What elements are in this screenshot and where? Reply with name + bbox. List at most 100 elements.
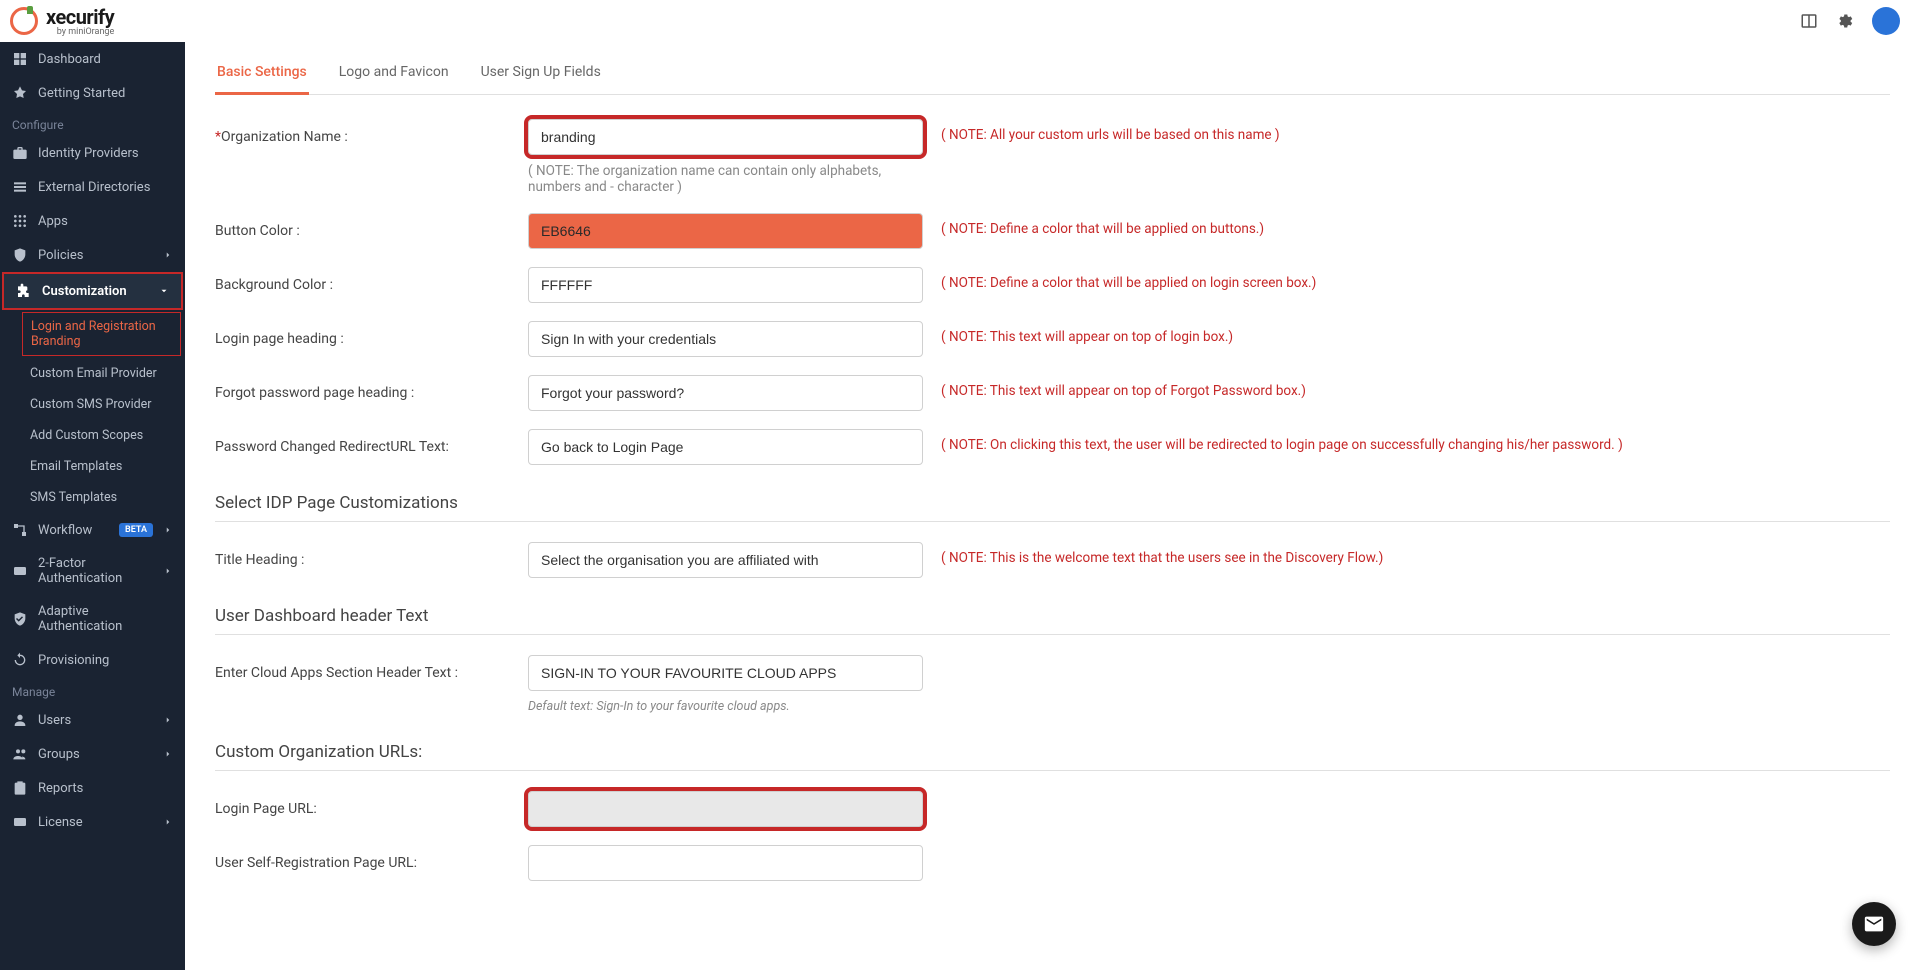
tfa-icon (12, 563, 28, 579)
login-heading-label: Login page heading : (215, 321, 510, 347)
org-name-input[interactable] (528, 119, 923, 155)
sidebar-sub-item[interactable]: Add Custom Scopes (0, 420, 185, 451)
grid-icon (12, 213, 28, 229)
main-content: Basic Settings Logo and Favicon User Sign … (185, 42, 1920, 970)
button-color-label: Button Color : (215, 213, 510, 239)
sidebar-item-label: Dashboard (38, 52, 173, 67)
sidebar-item-label: Identity Providers (38, 146, 173, 161)
brand-name: xecurify (46, 5, 114, 29)
button-color-input[interactable] (528, 213, 923, 249)
login-heading-input[interactable] (528, 321, 923, 357)
sidebar-item-label: Getting Started (38, 86, 173, 101)
chevron-right-icon (163, 566, 173, 576)
list-icon (12, 179, 28, 195)
chevron-right-icon (163, 715, 173, 725)
sidebar-item-getting-started[interactable]: Getting Started (0, 76, 185, 110)
sidebar-item-label: External Directories (38, 180, 173, 195)
sidebar-item-apps[interactable]: Apps (0, 204, 185, 238)
title-heading-label: Title Heading : (215, 542, 510, 568)
sidebar-sub-item[interactable]: Login and Registration Branding (22, 312, 181, 356)
sidebar-item-policies[interactable]: Policies (0, 238, 185, 272)
sidebar-item-external-directories[interactable]: External Directories (0, 170, 185, 204)
sidebar-item-dashboard[interactable]: Dashboard (0, 42, 185, 76)
sidebar-item-workflow[interactable]: WorkflowBETA (0, 513, 185, 547)
app-header: xecurify by miniOrange (0, 0, 1920, 42)
tab-basic-settings[interactable]: Basic Settings (215, 56, 309, 95)
gear-icon[interactable] (1836, 12, 1854, 30)
sidebar-item-reports[interactable]: Reports (0, 771, 185, 805)
org-name-label: *Organization Name : (215, 119, 510, 145)
sidebar-item-license[interactable]: License (0, 805, 185, 839)
sidebar-item-2-factor-authentication[interactable]: 2-Factor Authentication (0, 547, 185, 595)
divider (215, 634, 1890, 635)
chat-fab[interactable] (1852, 902, 1896, 946)
tab-logo-and-favicon[interactable]: Logo and Favicon (337, 56, 451, 94)
sidebar-section-label: Configure (0, 110, 185, 136)
sidebar-item-groups[interactable]: Groups (0, 737, 185, 771)
tab-user-sign-up-fields[interactable]: User Sign Up Fields (479, 56, 603, 94)
login-url-input[interactable] (528, 791, 923, 827)
login-url-label: Login Page URL: (215, 791, 510, 817)
sidebar-item-label: Groups (38, 747, 153, 762)
pwd-redirect-input[interactable] (528, 429, 923, 465)
shield-gear-icon (12, 247, 28, 263)
dashboard-icon (12, 51, 28, 67)
forgot-heading-input[interactable] (528, 375, 923, 411)
bg-color-input[interactable] (528, 267, 923, 303)
sidebar-item-label: Adaptive Authentication (38, 604, 173, 634)
sidebar-item-users[interactable]: Users (0, 703, 185, 737)
cloud-apps-input[interactable] (528, 655, 923, 691)
divider (215, 521, 1890, 522)
divider (215, 770, 1890, 771)
chevron-down-icon (159, 286, 169, 296)
workflow-icon (12, 522, 28, 538)
self-reg-url-input[interactable] (528, 845, 923, 881)
sidebar-item-provisioning[interactable]: Provisioning (0, 643, 185, 677)
sidebar-item-label: 2-Factor Authentication (38, 556, 153, 586)
brand-logo[interactable]: xecurify by miniOrange (10, 5, 114, 37)
avatar[interactable] (1872, 7, 1900, 35)
sidebar-item-label: Customization (42, 284, 149, 299)
sidebar-sub-item[interactable]: SMS Templates (0, 482, 185, 513)
card-icon (12, 814, 28, 830)
sidebar-item-label: Users (38, 713, 153, 728)
bg-color-note: ( NOTE: Define a color that will be appl… (941, 267, 1890, 291)
sidebar-item-label: Reports (38, 781, 173, 796)
sidebar: Dashboard Getting Started Configure Identit… (0, 42, 185, 970)
briefcase-icon (12, 145, 28, 161)
sidebar-item-label: Policies (38, 248, 153, 263)
org-name-subnote: ( NOTE: The organization name can contai… (528, 163, 923, 195)
book-icon[interactable] (1800, 12, 1818, 30)
forgot-heading-note: ( NOTE: This text will appear on top of … (941, 375, 1890, 399)
sidebar-item-label: Workflow (38, 523, 109, 538)
brand-sub: by miniOrange (46, 27, 114, 37)
sidebar-sub-item[interactable]: Email Templates (0, 451, 185, 482)
sidebar-section-label: Manage (0, 677, 185, 703)
sidebar-item-customization[interactable]: Customization (2, 272, 183, 310)
chevron-right-icon (163, 525, 173, 535)
title-heading-input[interactable] (528, 542, 923, 578)
section-dashboard-title: User Dashboard header Text (215, 606, 1890, 626)
rocket-icon (12, 85, 28, 101)
chevron-right-icon (163, 749, 173, 759)
sidebar-sub-item[interactable]: Custom SMS Provider (0, 389, 185, 420)
clipboard-icon (12, 780, 28, 796)
login-heading-note: ( NOTE: This text will appear on top of … (941, 321, 1890, 345)
chevron-right-icon (163, 250, 173, 260)
section-idp-title: Select IDP Page Customizations (215, 493, 1890, 513)
sidebar-item-identity-providers[interactable]: Identity Providers (0, 136, 185, 170)
cloud-apps-subnote: Default text: Sign-In to your favourite … (528, 699, 923, 714)
sidebar-sub-item[interactable]: Custom Email Provider (0, 358, 185, 389)
self-reg-url-label: User Self-Registration Page URL: (215, 845, 510, 871)
org-name-note: ( NOTE: All your custom urls will be bas… (941, 119, 1890, 143)
sidebar-item-label: License (38, 815, 153, 830)
pwd-redirect-note: ( NOTE: On clicking this text, the user … (941, 429, 1890, 453)
section-urls-title: Custom Organization URLs: (215, 742, 1890, 762)
pwd-redirect-label: Password Changed RedirectURL Text: (215, 429, 510, 455)
puzzle-icon (16, 283, 32, 299)
logo-icon (10, 7, 38, 35)
sidebar-item-adaptive-authentication[interactable]: Adaptive Authentication (0, 595, 185, 643)
forgot-heading-label: Forgot password page heading : (215, 375, 510, 401)
header-actions (1800, 7, 1900, 35)
chevron-right-icon (163, 817, 173, 827)
